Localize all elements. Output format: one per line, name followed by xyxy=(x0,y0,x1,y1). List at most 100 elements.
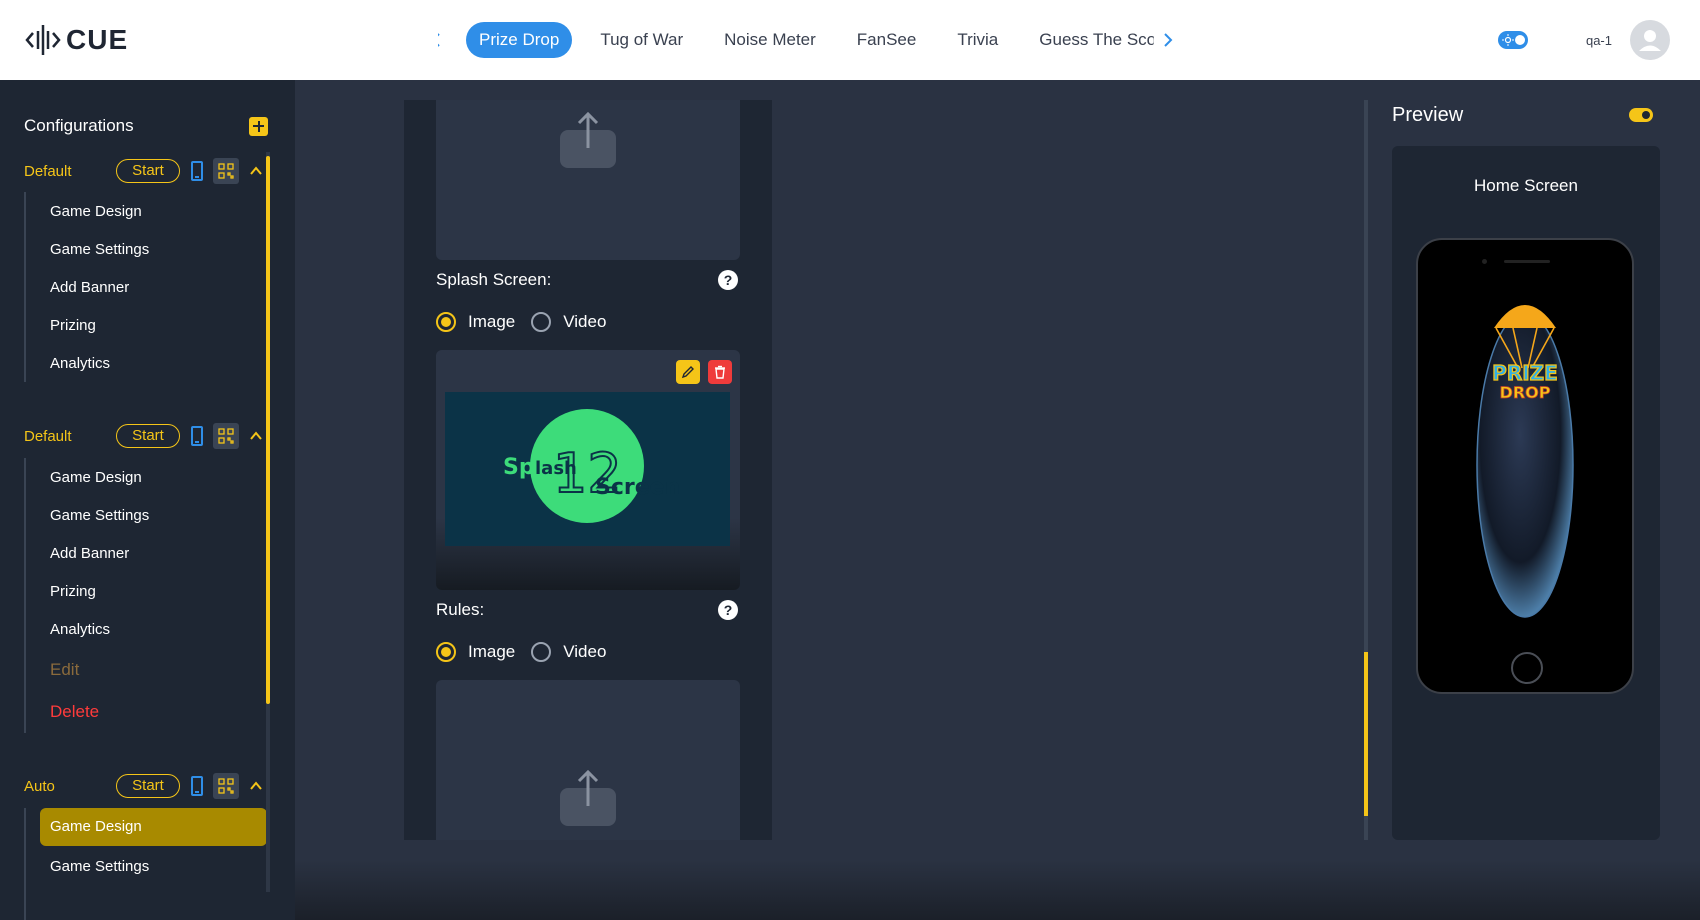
splash-text-sp: Sp xyxy=(503,455,535,480)
config-tree-line xyxy=(24,458,26,733)
menu-add-banner[interactable]: Add Banner xyxy=(50,279,129,296)
phone-home-button[interactable] xyxy=(1511,652,1543,684)
preview-logo-prize: PRIZE xyxy=(1492,361,1558,385)
rules-label: Rules: xyxy=(436,600,485,619)
upload-dropzone[interactable] xyxy=(436,100,740,260)
preview-screen-label: Home Screen xyxy=(1474,176,1578,195)
footer-shadow xyxy=(295,860,1700,920)
user-name: qa-1 xyxy=(1585,32,1612,48)
mobile-preview-icon[interactable] xyxy=(191,776,203,796)
chevron-up-icon[interactable] xyxy=(249,429,263,443)
add-config-button[interactable] xyxy=(249,116,268,136)
tab-guess-the-score[interactable]: Guess The Sco xyxy=(1026,22,1154,58)
radio-image-label[interactable]: Image xyxy=(468,642,515,662)
start-button[interactable]: Start xyxy=(116,159,180,183)
tab-fansee[interactable]: FanSee xyxy=(844,22,930,58)
menu-game-design-selected[interactable]: Game Design xyxy=(40,808,267,846)
qr-glyph xyxy=(218,428,234,444)
sun-icon xyxy=(1501,34,1514,46)
preview-toggle[interactable] xyxy=(1629,108,1653,122)
chevron-up-icon[interactable] xyxy=(249,779,263,793)
tab-tug-of-war[interactable]: Tug of War xyxy=(587,22,696,58)
config-tree-line xyxy=(24,808,26,920)
sidebar-header: Configurations xyxy=(24,116,268,136)
tabs-prev-button[interactable] xyxy=(438,20,450,60)
preview-card: Home Screen PRIZE DROP xyxy=(1392,146,1660,840)
menu-delete[interactable]: Delete xyxy=(50,702,99,722)
edit-image-button[interactable] xyxy=(676,360,700,384)
radio-video-label[interactable]: Video xyxy=(563,312,606,332)
trash-icon xyxy=(715,365,725,379)
chevron-left-icon xyxy=(438,33,440,47)
audio-wave-icon xyxy=(25,25,61,55)
brand-name: CUE xyxy=(66,24,129,55)
pencil-icon xyxy=(681,366,694,379)
config-sidebar: Configurations Default Start Game Design… xyxy=(0,80,295,920)
config-header: Auto Start xyxy=(24,773,268,799)
config-header: Default Start xyxy=(24,158,268,184)
prize-drop-splash-art: PRIZE DROP xyxy=(1476,305,1574,618)
menu-game-design[interactable]: Game Design xyxy=(50,203,142,220)
delete-image-button[interactable] xyxy=(708,360,732,384)
chevron-right-icon xyxy=(1164,33,1173,47)
rules-upload-dropzone[interactable] xyxy=(436,680,740,840)
menu-game-design[interactable]: Game Design xyxy=(50,469,142,486)
config-name: Auto xyxy=(24,777,55,795)
menu-prizing[interactable]: Prizing xyxy=(50,583,96,600)
splash-screen-label: Splash Screen: xyxy=(436,270,552,289)
menu-analytics[interactable]: Analytics xyxy=(50,355,110,372)
config-name: Default xyxy=(24,162,72,180)
game-design-panel: Splash Screen: ? Image Video Sp lash Scr… xyxy=(404,100,772,840)
rules-help-icon[interactable]: ? xyxy=(718,600,738,620)
upload-icon xyxy=(560,111,616,168)
qr-code-icon[interactable] xyxy=(213,773,239,799)
mobile-preview-icon[interactable] xyxy=(191,426,203,446)
config-tree-line xyxy=(24,192,26,382)
radio-image-label[interactable]: Image xyxy=(468,312,515,332)
splash-help-icon[interactable]: ? xyxy=(718,270,738,290)
brand-logo[interactable]: CUE xyxy=(24,20,128,60)
qr-code-icon[interactable] xyxy=(213,158,239,184)
qr-glyph xyxy=(218,778,234,794)
splash-number: 12 xyxy=(553,442,622,505)
theme-toggle[interactable] xyxy=(1497,31,1528,49)
menu-analytics[interactable]: Analytics xyxy=(50,621,110,638)
header-actions: qa-1 xyxy=(1497,18,1670,62)
radio-video[interactable] xyxy=(531,642,552,662)
start-button[interactable]: Start xyxy=(116,424,180,448)
radio-video-label[interactable]: Video xyxy=(563,642,606,662)
splash-image-container: Sp lash Screen 12 xyxy=(436,350,740,590)
menu-prizing[interactable]: Prizing xyxy=(50,317,96,334)
chevron-up-icon[interactable] xyxy=(249,164,263,178)
main-scrollbar-thumb[interactable] xyxy=(1364,652,1368,816)
rules-type-radios: Image Video xyxy=(436,642,622,662)
menu-game-settings[interactable]: Game Settings xyxy=(50,858,149,875)
phone-mockup: PRIZE DROP xyxy=(1416,238,1634,694)
top-header: CUE Prize Drop Tug of War Noise Meter Fa… xyxy=(0,0,1700,80)
menu-add-banner[interactable]: Add Banner xyxy=(50,545,129,562)
sidebar-scrollbar-thumb[interactable] xyxy=(266,156,270,704)
user-avatar[interactable] xyxy=(1630,20,1670,60)
game-tabs: Prize Drop Tug of War Noise Meter FanSee… xyxy=(438,20,1198,60)
radio-image[interactable] xyxy=(436,312,456,332)
splash-type-radios: Image Video xyxy=(436,312,622,332)
preview-logo-drop: DROP xyxy=(1500,383,1551,402)
radio-image[interactable] xyxy=(436,642,456,662)
person-icon xyxy=(1639,30,1661,51)
menu-edit[interactable]: Edit xyxy=(50,660,79,680)
qr-code-icon[interactable] xyxy=(213,423,239,449)
tabs-next-button[interactable] xyxy=(1154,20,1182,60)
splash-image-art: Sp lash Screen 12 xyxy=(503,409,680,523)
tab-trivia[interactable]: Trivia xyxy=(944,22,1011,58)
config-name: Default xyxy=(24,427,72,445)
radio-video[interactable] xyxy=(531,312,552,332)
menu-game-settings[interactable]: Game Settings xyxy=(50,241,149,258)
splash-image-preview: Sp lash Screen 12 xyxy=(445,392,730,546)
menu-game-settings[interactable]: Game Settings xyxy=(50,507,149,524)
qr-glyph xyxy=(218,163,234,179)
start-button[interactable]: Start xyxy=(116,774,180,798)
tab-noise-meter[interactable]: Noise Meter xyxy=(711,22,829,58)
mobile-preview-icon[interactable] xyxy=(191,161,203,181)
sidebar-title: Configurations xyxy=(24,116,134,135)
tab-prize-drop[interactable]: Prize Drop xyxy=(466,22,573,58)
